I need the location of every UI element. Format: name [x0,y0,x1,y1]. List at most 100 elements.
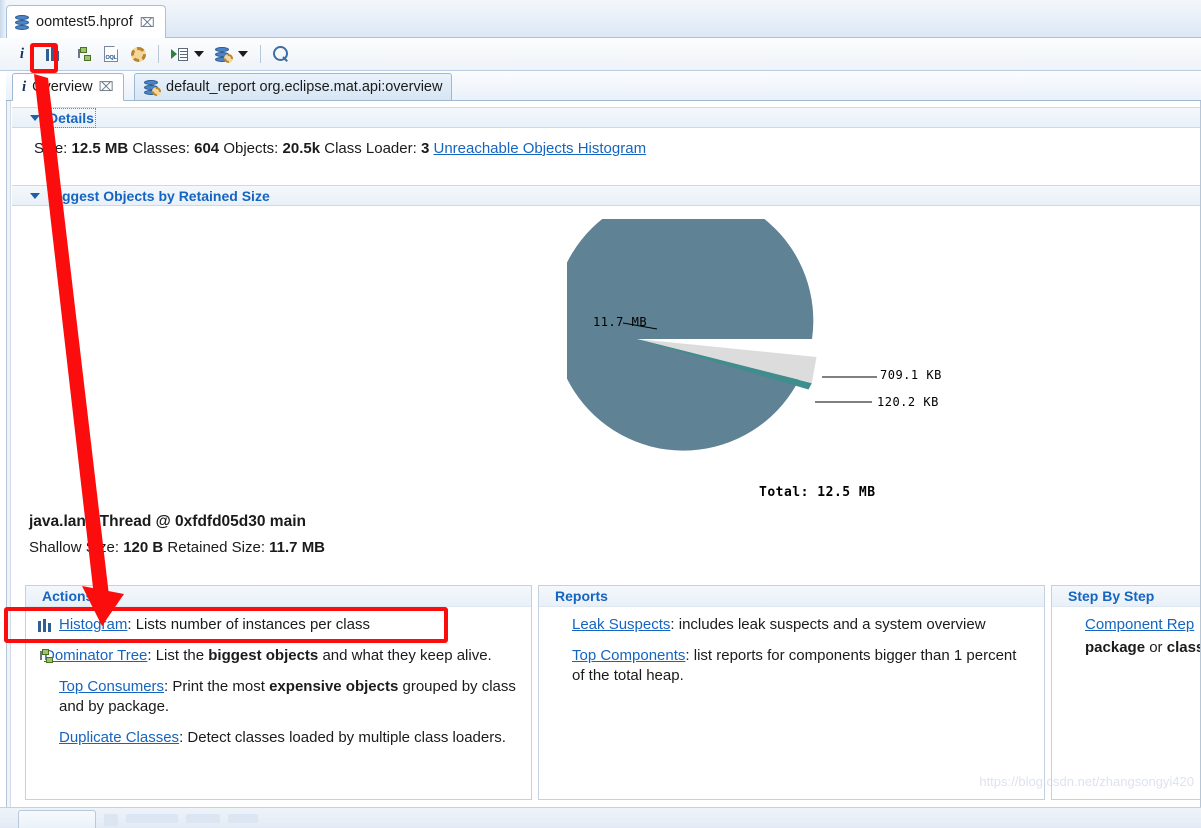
twisty-down-icon[interactable] [30,193,40,199]
actions-title: Actions [42,588,93,604]
step-by-step-panel: Step By Step Component Rep package or cl… [1051,585,1201,800]
duplicate-classes-link[interactable]: Duplicate Classes [59,729,179,746]
tab-overview-label: Overview [32,79,92,95]
dominator-desc-b: and what they keep alive. [318,647,491,664]
view-tab-strip: i Overview ⌧ default_report org.eclipse.… [6,71,1201,101]
top-components-link[interactable]: Top Components [572,647,685,664]
top-components-text: Top Components: list reports for compone… [572,646,1032,686]
bottom-tab-ghost-1 [126,814,178,823]
close-icon[interactable]: ⌧ [99,79,114,95]
shallow-size-label: Shallow Size: [29,539,119,556]
histogram-desc: : Lists number of instances per class [127,616,370,633]
actions-panel-body: Histogram: Lists number of instances per… [26,607,531,748]
toolbar-separator [158,45,159,63]
bottom-tab-icon-ghost [104,814,118,826]
histogram-icon [46,47,61,61]
tab-default-report-label: default_report org.eclipse.mat.api:overv… [166,79,442,95]
retained-size-label: Retained Size: [167,539,265,556]
toolbar-info-button[interactable]: i [10,42,34,66]
top-consumers-desc-a: : Print the most [164,678,269,695]
twisty-down-icon[interactable] [30,115,40,121]
content-left-rail [7,101,11,807]
toolbar-oql-button[interactable] [99,42,123,66]
heap-dump-icon [15,15,29,30]
toolbar-dominator-tree-button[interactable] [72,42,96,66]
biggest-object-sizes: Shallow Size: 120 B Retained Size: 11.7 … [29,539,325,556]
details-section-header[interactable]: Details [12,107,1201,128]
details-classes-label: Classes: [132,140,190,157]
tab-overview[interactable]: i Overview ⌧ [12,73,124,101]
editor-tab-strip: oomtest5.hprof ⌧ [0,0,1201,38]
toolbar-calculate-retained-button[interactable] [126,42,150,66]
step-by-step-title: Step By Step [1068,588,1154,604]
details-size-label: Size: [34,140,67,157]
gear-icon [131,47,146,62]
toolbar-histogram-button[interactable] [41,42,65,66]
toolbar: i [0,38,1201,71]
biggest-objects-title: Biggest Objects by Retained Size [48,188,270,204]
histogram-link[interactable]: Histogram [59,616,127,633]
top-consumers-desc-bold: expensive objects [269,678,398,695]
details-size-value: 12.5 MB [72,140,129,157]
action-row-duplicate-classes[interactable]: Duplicate Classes: Detect classes loaded… [38,728,519,748]
bottom-view-tab-strip [0,807,1201,828]
search-icon [273,46,289,62]
bottom-tab-active[interactable] [18,810,96,828]
report-icon [144,80,160,95]
toolbar-search-button[interactable] [269,42,293,66]
action-dominator-text: Dominator Tree: List the biggest objects… [44,646,519,666]
chevron-down-icon[interactable] [194,51,204,57]
component-report-bold-package: package [1085,639,1145,656]
dominator-tree-link[interactable]: Dominator Tree [44,647,147,664]
action-row-dominator-tree[interactable]: Dominator Tree: List the biggest objects… [38,646,519,666]
watermark: https://blog.csdn.net/zhangsongyi420 [979,774,1194,789]
component-report-link[interactable]: Component Rep [1085,616,1194,633]
details-classloader-label: Class Loader: [324,140,417,157]
reports-panel-header[interactable]: Reports [539,585,1044,607]
report-row-top-components[interactable]: Top Components: list reports for compone… [572,646,1032,686]
pie-slice-main [567,219,813,451]
close-icon[interactable]: ⌧ [140,16,155,29]
toolbar-separator-2 [260,45,261,63]
editor-tab-heap-dump[interactable]: oomtest5.hprof ⌧ [6,5,166,38]
biggest-object-name: java.lang.Thread @ 0xfdfd05d30 main [29,513,325,531]
step-by-step-panel-header[interactable]: Step By Step [1052,585,1201,607]
dominator-desc-a: : List the [147,647,208,664]
pie-chart-svg [567,219,1067,609]
action-histogram-text: Histogram: Lists number of instances per… [59,615,519,635]
top-consumers-link[interactable]: Top Consumers [59,678,164,695]
toolbar-run-report-button[interactable] [167,42,191,66]
oql-icon [104,46,118,62]
leak-suspects-desc: : includes leak suspects and a system ov… [670,616,985,633]
duplicate-classes-desc: : Detect classes loaded by multiple clas… [179,729,506,746]
details-classloader-value: 3 [421,140,429,157]
retained-size-pie-chart: 11.7 MB 709.1 KB 120.2 KB Total: 12.5 MB [567,219,1067,609]
reports-title: Reports [555,588,608,604]
step-row-component-report[interactable]: Component Rep package or class [1085,615,1201,658]
dominator-desc-bold: biggest objects [208,647,318,664]
details-body: Size: 12.5 MB Classes: 604 Objects: 20.5… [12,128,1201,157]
action-duplicate-classes-text: Duplicate Classes: Detect classes loaded… [59,728,519,748]
info-icon: i [20,46,24,63]
actions-panel-header[interactable]: Actions [26,585,531,607]
toolbar-query-browser-button[interactable] [211,42,235,66]
details-title: Details [48,110,94,126]
action-row-histogram[interactable]: Histogram: Lists number of instances per… [38,615,519,635]
reports-panel: Reports Leak Suspects: includes leak sus… [538,585,1045,800]
biggest-objects-section-header[interactable]: Biggest Objects by Retained Size [12,185,1201,206]
unreachable-objects-histogram-link[interactable]: Unreachable Objects Histogram [433,140,646,157]
component-report-mid: or [1145,639,1167,656]
leak-suspects-link[interactable]: Leak Suspects [572,616,670,633]
query-browser-icon [215,47,232,62]
chevron-down-icon-2[interactable] [238,51,248,57]
action-row-top-consumers[interactable]: Top Consumers: Print the most expensive … [38,677,519,717]
details-objects-label: Objects: [223,140,278,157]
tab-default-report[interactable]: default_report org.eclipse.mat.api:overv… [134,73,452,101]
report-row-leak-suspects[interactable]: Leak Suspects: includes leak suspects an… [572,615,1032,635]
biggest-object-description: java.lang.Thread @ 0xfdfd05d30 main Shal… [29,513,325,556]
bottom-tab-ghost-3 [228,814,258,823]
run-report-icon [171,47,188,62]
details-classes-value: 604 [194,140,219,157]
bottom-tab-ghost-2 [186,814,220,823]
pie-label-second: 709.1 KB [880,368,942,382]
